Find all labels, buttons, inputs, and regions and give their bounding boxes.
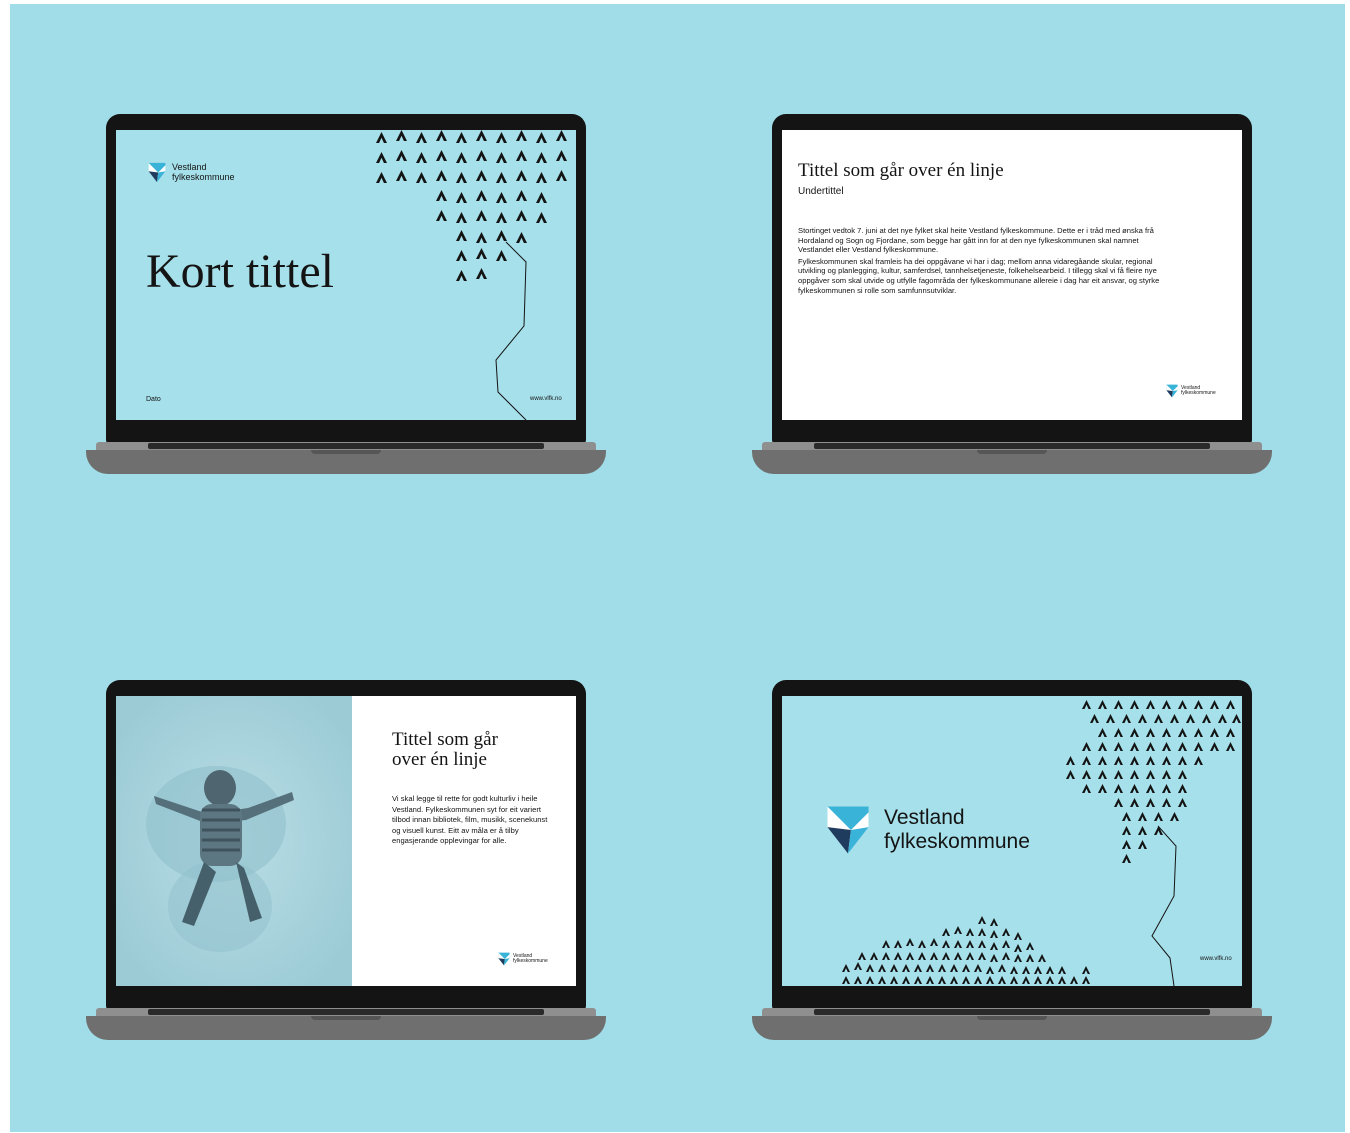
slide-title-text: Kort tittel [146, 245, 334, 298]
vestland-logo: Vestland fylkeskommune [498, 952, 548, 966]
laptop-title-slide: Vestland fylkeskommune Kort tittel Dato … [86, 114, 606, 476]
slide-subtitle: Undertittel [798, 186, 844, 197]
slide-body: Vi skal legge til rette for godt kulturl… [392, 794, 548, 846]
body-paragraph-1: Stortinget vedtok 7. juni at det nye fyl… [798, 226, 1154, 255]
slide-title-text: Tittel som går over én linje [392, 730, 498, 770]
slide-title-line2: over én linje [392, 749, 487, 770]
vestland-logo-icon [1166, 384, 1178, 398]
slide-text: Tittel som går over én linje Undertittel… [782, 130, 1242, 420]
vestland-logo: Vestland fylkeskommune [1166, 384, 1216, 398]
slide-body: Stortinget vedtok 7. juni at det nye fyl… [798, 226, 1173, 295]
background: Vestland fylkeskommune Kort tittel Dato … [10, 4, 1345, 1132]
laptop-brand-slide: Vestland fylkeskommune www.vlfk.no [752, 680, 1272, 1042]
logo-line2: fylkeskommune [513, 958, 548, 964]
child-snow-angel-photo [116, 696, 352, 986]
slide-title-text: Tittel som går over én linje [798, 160, 1004, 181]
body-paragraph-2: Fylkeskommunen skal framleis ha dei oppg… [798, 256, 1160, 295]
date-label: Dato [146, 396, 161, 403]
mountain-pattern [376, 130, 567, 420]
slide-title: Vestland fylkeskommune Kort tittel Dato … [116, 130, 576, 420]
laptop-text-slide: Tittel som går over én linje Undertittel… [752, 114, 1272, 476]
vestland-logo-icon [148, 162, 166, 183]
slide-title-line1: Tittel som går [392, 729, 498, 750]
mountain-pattern [842, 700, 1241, 986]
vestland-logo: Vestland fylkeskommune [148, 162, 235, 183]
laptop-image-slide: Tittel som går over én linje Vi skal leg… [86, 680, 606, 1042]
laptop-lid: Vestland fylkeskommune www.vlfk.no [772, 680, 1252, 1010]
slide-brand: Vestland fylkeskommune www.vlfk.no [782, 696, 1242, 986]
vestland-logo-icon [498, 952, 510, 966]
logo-line2: fylkeskommune [1181, 390, 1216, 396]
laptop-lid: Tittel som går over én linje Undertittel… [772, 114, 1252, 444]
laptop-lid: Tittel som går over én linje Vi skal leg… [106, 680, 586, 1010]
logo-line2: fylkeskommune [172, 171, 235, 182]
slide-image: Tittel som går over én linje Vi skal leg… [116, 696, 576, 986]
laptop-lid: Vestland fylkeskommune Kort tittel Dato … [106, 114, 586, 444]
